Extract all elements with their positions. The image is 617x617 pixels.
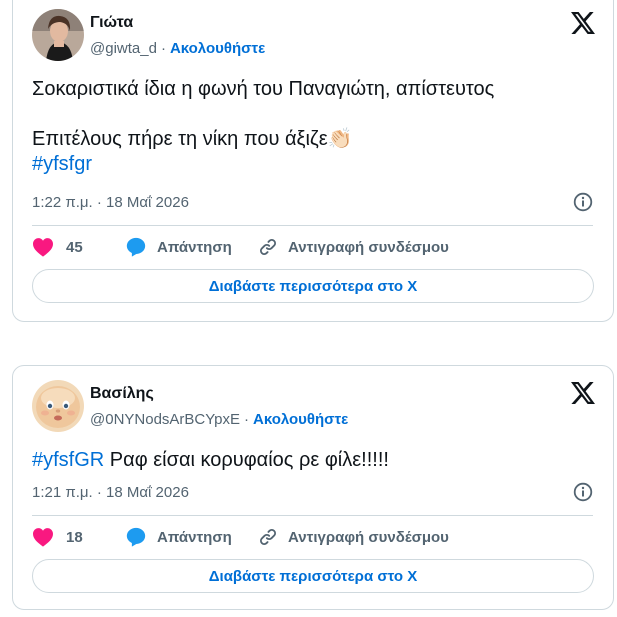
author-name[interactable]: Βασίλης (90, 385, 154, 403)
author-name[interactable]: Γιώτα (90, 14, 133, 32)
copy-link-button[interactable]: Αντιγραφή συνδέσμου (258, 235, 449, 259)
tweet-actions: 18 Απάντηση Αντιγραφή συνδέσμου (32, 525, 593, 549)
like-count: 18 (66, 528, 83, 546)
divider (32, 515, 593, 516)
handle-row: @giwta_d · Ακολουθήστε (90, 40, 265, 57)
tweet-text-line: Επιτέλους πήρε τη νίκη που άξιζε👏🏻 (32, 128, 353, 150)
tweet-card-1: Γιώτα @giwta_d · Ακολουθήστε Σοκαριστικά ί… (12, 0, 614, 322)
read-more-button[interactable]: Διαβάστε περισσότερα στο X (32, 559, 594, 593)
reply-label: Απάντηση (157, 238, 232, 256)
copy-link-button[interactable]: Αντιγραφή συνδέσμου (258, 525, 449, 549)
like-button[interactable]: 45 (32, 235, 83, 259)
separator-dot: · (160, 40, 166, 57)
handle-row: @0NYNodsArBCYpxE · Ακολουθήστε (90, 411, 348, 428)
info-icon[interactable] (573, 482, 593, 502)
tweet-card-2: Βασίλης @0NYNodsArBCYpxE · Ακολουθήστε #yf… (12, 365, 614, 610)
reply-bubble-icon (126, 527, 146, 547)
reply-button[interactable]: Απάντηση (125, 235, 232, 259)
like-count: 45 (66, 238, 83, 256)
timestamp[interactable]: 1:21 π.μ. · 18 Μαΐ 2026 (32, 484, 189, 501)
avatar[interactable] (32, 9, 84, 61)
tweet-text-line: Σοκαριστικά ίδια η φωνή του Παναγιώτη, α… (32, 78, 495, 100)
reply-button[interactable]: Απάντηση (125, 525, 232, 549)
avatar[interactable] (32, 380, 84, 432)
reply-bubble-icon (126, 237, 146, 257)
separator-dot: · (244, 411, 249, 428)
x-logo-icon[interactable] (571, 12, 595, 34)
divider (32, 225, 593, 226)
tweet-text-body: Ραφ είσαι κορυφαίος ρε φίλε!!!!! (104, 449, 389, 471)
like-button[interactable]: 18 (32, 525, 83, 549)
copy-link-label: Αντιγραφή συνδέσμου (288, 528, 449, 546)
tweet-text: Σοκαριστικά ίδια η φωνή του Παναγιώτη, α… (32, 77, 593, 177)
copy-link-label: Αντιγραφή συνδέσμου (288, 238, 449, 256)
read-more-button[interactable]: Διαβάστε περισσότερα στο X (32, 269, 594, 303)
follow-button[interactable]: Ακολουθήστε (253, 411, 348, 428)
author-handle[interactable]: @0NYNodsArBCYpxE (90, 411, 240, 428)
author-handle[interactable]: @giwta_d (90, 40, 157, 57)
link-icon (260, 529, 276, 545)
reply-label: Απάντηση (157, 528, 232, 546)
heart-icon (33, 238, 53, 257)
heart-icon (33, 528, 53, 547)
follow-button[interactable]: Ακολουθήστε (170, 40, 265, 57)
info-icon[interactable] (573, 192, 593, 212)
hashtag-link[interactable]: #yfsfgr (32, 152, 593, 177)
link-icon (260, 239, 276, 255)
tweet-text: #yfsfGR Ραφ είσαι κορυφαίος ρε φίλε!!!!! (32, 448, 593, 473)
timestamp[interactable]: 1:22 π.μ. · 18 Μαΐ 2026 (32, 194, 189, 211)
tweet-actions: 45 Απάντηση Αντιγραφή συνδέσμου (32, 235, 593, 259)
x-logo-icon[interactable] (571, 382, 595, 404)
hashtag-link[interactable]: #yfsfGR (32, 449, 104, 471)
